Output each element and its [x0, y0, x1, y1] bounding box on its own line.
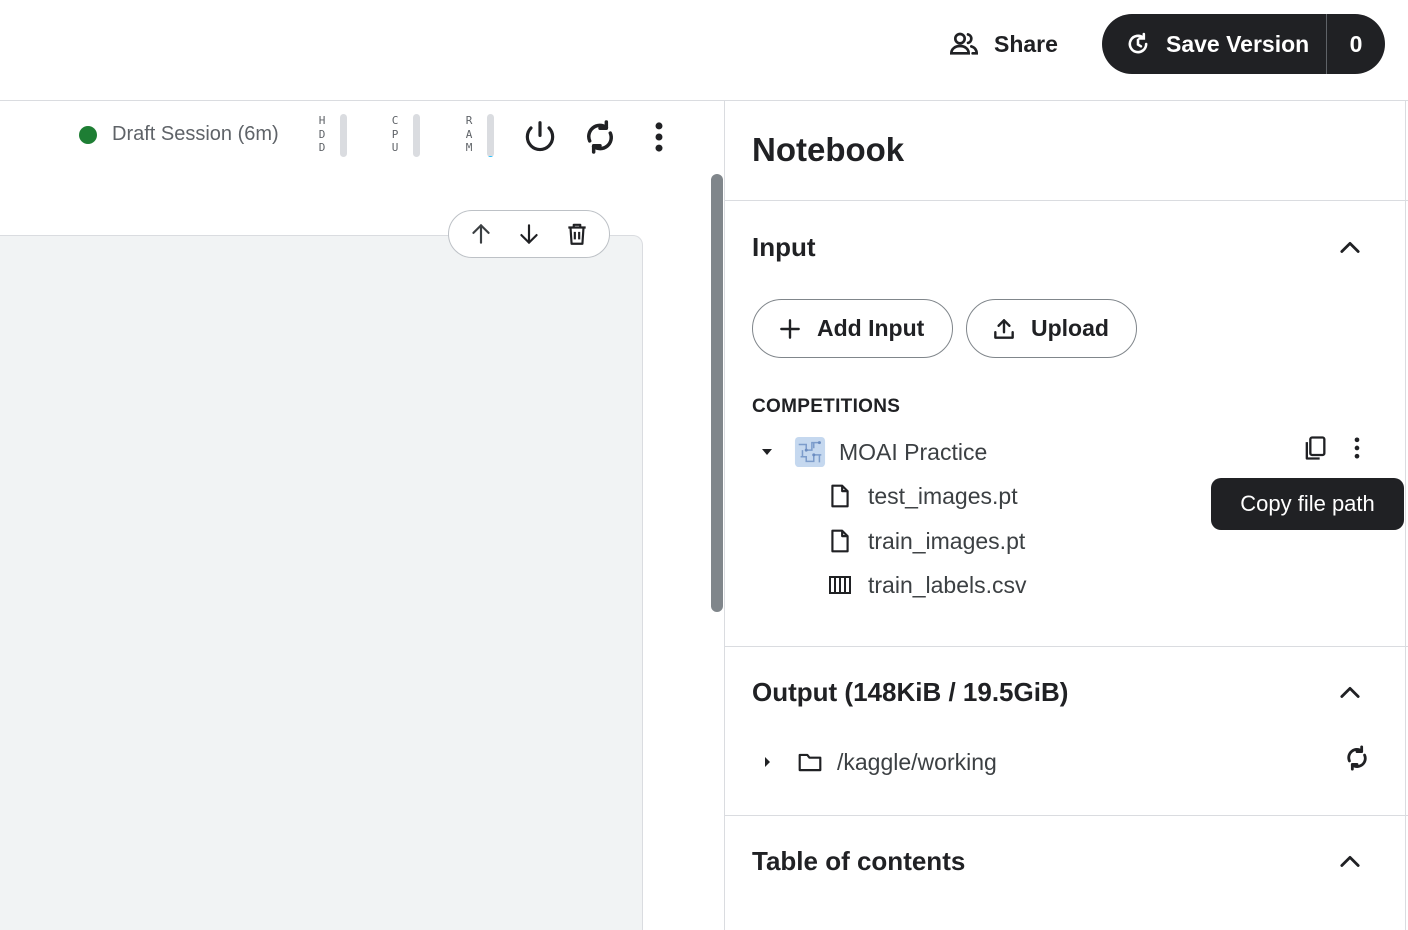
input-collapse-button[interactable]	[1333, 231, 1367, 265]
copy-file-path-tooltip: Copy file path	[1211, 478, 1404, 530]
file-row[interactable]: train_images.pt	[826, 524, 1025, 558]
save-version-main[interactable]: Save Version	[1102, 14, 1326, 74]
code-cell[interactable]	[0, 235, 643, 930]
chevron-up-icon	[1340, 241, 1360, 253]
more-vert-icon	[655, 122, 663, 152]
dataset-thumbnail-icon	[793, 435, 827, 469]
chevron-up-icon	[1340, 855, 1360, 867]
session-more-button[interactable]	[639, 116, 679, 158]
dataset-expand-toggle[interactable]	[755, 440, 779, 464]
competitions-label: COMPETITIONS	[752, 396, 901, 417]
copy-file-path-button[interactable]	[1297, 430, 1333, 466]
share-label: Share	[994, 30, 1058, 57]
divider-toc	[725, 815, 1408, 816]
history-icon	[1128, 32, 1148, 54]
divider-top	[725, 200, 1408, 201]
restart-button[interactable]	[580, 116, 620, 158]
dataset-more-button[interactable]	[1339, 430, 1375, 466]
trash-icon	[568, 223, 586, 245]
add-input-button[interactable]: Add Input	[752, 299, 953, 358]
divider-output	[725, 646, 1408, 647]
arrow-down-icon	[520, 224, 538, 244]
cpu-meter-bar	[413, 114, 420, 157]
file-row[interactable]: train_labels.csv	[826, 568, 1027, 602]
chevron-up-icon	[1340, 686, 1360, 698]
file-row[interactable]: test_images.pt	[826, 479, 1018, 513]
cell-toolbar	[448, 210, 610, 258]
output-folder-row[interactable]: /kaggle/working	[795, 745, 997, 779]
output-section-title: Output (148KiB / 19.5GiB)	[752, 677, 1069, 707]
restart-icon	[587, 120, 613, 154]
upload-button[interactable]: Upload	[966, 299, 1137, 358]
refresh-output-button[interactable]	[1339, 740, 1375, 776]
panel-right-border	[1405, 101, 1406, 930]
add-input-label: Add Input	[817, 315, 925, 341]
caret-down-icon	[762, 449, 772, 455]
caret-right-icon	[765, 757, 770, 767]
output-folder-expand-toggle[interactable]	[755, 750, 779, 774]
cpu-meter-letters: CPU	[391, 114, 399, 154]
save-version-count[interactable]: 0	[1327, 31, 1385, 58]
power-icon	[525, 121, 555, 152]
input-section-title: Input	[752, 232, 816, 262]
delete-cell-button[interactable]	[558, 215, 596, 253]
output-collapse-button[interactable]	[1333, 676, 1367, 710]
ram-meter-fill	[487, 155, 494, 157]
refresh-icon	[1347, 745, 1367, 771]
file-icon	[826, 481, 854, 511]
move-cell-down-button[interactable]	[510, 215, 548, 253]
file-name: test_images.pt	[868, 482, 1018, 509]
file-name: train_images.pt	[868, 527, 1026, 554]
hdd-meter-letters: HDD	[318, 114, 326, 154]
power-button[interactable]	[520, 116, 560, 158]
people-icon	[949, 32, 979, 55]
output-folder-name: /kaggle/working	[837, 748, 997, 775]
ram-meter-letters: RAM	[465, 114, 473, 154]
panel-title: Notebook	[752, 131, 905, 168]
copy-icon	[1305, 436, 1326, 460]
upload-icon	[994, 318, 1014, 339]
hdd-meter-bar	[340, 114, 347, 157]
move-cell-up-button[interactable]	[462, 215, 500, 253]
ram-meter-bar	[487, 114, 494, 157]
upload-label: Upload	[1031, 315, 1109, 341]
folder-icon	[795, 747, 825, 777]
file-name: train_labels.csv	[868, 571, 1027, 598]
toc-section-title: Table of contents	[752, 846, 966, 876]
dataset-row[interactable]: MOAI Practice	[793, 435, 987, 469]
share-button[interactable]: Share	[948, 24, 1058, 64]
dataset-name: MOAI Practice	[839, 438, 988, 465]
file-icon	[826, 526, 854, 556]
save-version-button[interactable]: Save Version 0	[1102, 14, 1385, 74]
top-bar: Share Save Version 0	[0, 0, 1408, 101]
arrow-up-icon	[472, 224, 490, 244]
more-vert-icon	[1354, 437, 1360, 459]
table-icon	[826, 570, 854, 600]
toc-collapse-button[interactable]	[1333, 845, 1367, 879]
session-label: Draft Session (6m)	[112, 123, 279, 145]
plus-icon	[780, 318, 800, 339]
save-version-label: Save Version	[1166, 30, 1310, 57]
editor-scrollbar[interactable]	[711, 174, 723, 612]
session-status-dot	[79, 126, 97, 144]
